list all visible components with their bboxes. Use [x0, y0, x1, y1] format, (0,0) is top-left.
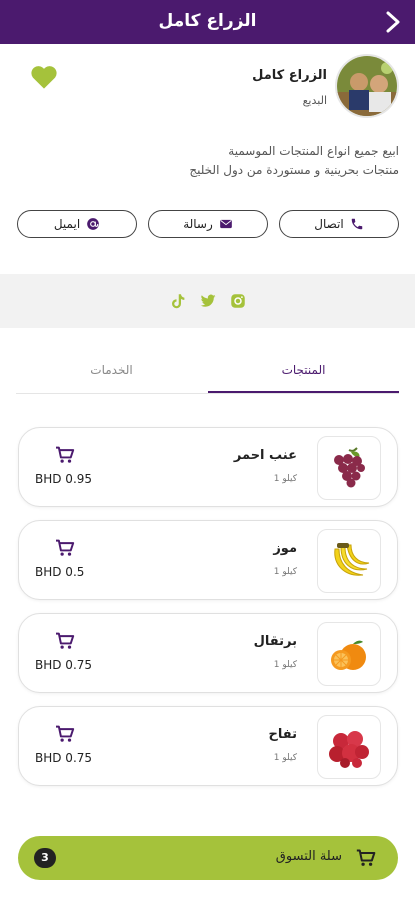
- description-line: منتجات بحرينية و مستوردة من دول الخليج: [189, 163, 399, 177]
- add-to-cart-icon[interactable]: [55, 446, 75, 464]
- message-label: رسالة: [183, 217, 213, 231]
- apple-icon: [329, 731, 369, 768]
- product-price: BHD 0.75: [35, 658, 93, 672]
- product-card[interactable]: برتقال 1 كيلو BHD 0.75: [18, 613, 398, 693]
- product-price: BHD 0.5: [35, 565, 85, 579]
- product-price: BHD 0.95: [35, 472, 93, 486]
- product-image: [317, 436, 381, 500]
- heart-icon[interactable]: [30, 64, 58, 90]
- call-button[interactable]: اتصال: [279, 210, 399, 238]
- cart-label: سلة التسوق: [275, 849, 342, 864]
- chevron-right-icon[interactable]: [379, 8, 407, 36]
- email-label: ايميل: [53, 217, 81, 231]
- call-label: اتصال: [314, 217, 344, 231]
- message-button[interactable]: رسالة: [148, 210, 268, 238]
- mail-icon: [219, 219, 232, 229]
- tab-services[interactable]: الخدمات: [16, 358, 207, 394]
- product-name: موز: [273, 541, 297, 556]
- twitter-icon[interactable]: [199, 292, 217, 310]
- product-image: [317, 529, 381, 593]
- product-name: عنب احمر: [233, 448, 297, 463]
- phone-icon: [351, 218, 362, 230]
- product-name: برتقال: [253, 634, 297, 649]
- app-header: الزراع كامل: [0, 0, 415, 44]
- product-price: BHD 0.75: [35, 751, 93, 765]
- profile-name: الزراع كامل: [252, 68, 327, 83]
- page-title: الزراع كامل: [158, 11, 257, 31]
- farmer-profile: الزراع كامل البديع ابيع جميع انواع المنت…: [0, 44, 415, 274]
- avatar: [335, 54, 399, 118]
- product-unit: 1 كيلو: [273, 660, 297, 670]
- contact-buttons: اتصال رسالة ايميل: [16, 210, 399, 238]
- description-line: ابيع جميع انواع المنتجات الموسمية: [228, 144, 399, 158]
- social-links: [0, 274, 415, 328]
- product-unit: 1 كيلو: [273, 474, 297, 484]
- product-image: [317, 622, 381, 686]
- product-card[interactable]: تفاح 1 كيلو BHD 0.75: [18, 706, 398, 786]
- product-unit: 1 كيلو: [273, 753, 297, 763]
- product-unit: 1 كيلو: [273, 567, 297, 577]
- instagram-icon[interactable]: [229, 292, 247, 310]
- orange-icon: [331, 640, 366, 670]
- tab-bar: المنتجات الخدمات: [16, 358, 399, 394]
- cart-icon: [356, 849, 376, 866]
- add-to-cart-icon[interactable]: [55, 725, 75, 743]
- add-to-cart-icon[interactable]: [55, 539, 75, 557]
- shopping-cart-button[interactable]: 3 سلة التسوق: [18, 836, 398, 880]
- email-button[interactable]: ايميل: [17, 210, 137, 238]
- product-name: تفاح: [268, 727, 298, 742]
- cart-count-badge: 3: [34, 848, 56, 868]
- product-card[interactable]: عنب احمر 1 كيلو BHD 0.95: [18, 427, 398, 507]
- at-icon: [87, 218, 99, 230]
- product-card[interactable]: موز 1 كيلو BHD 0.5: [18, 520, 398, 600]
- add-to-cart-icon[interactable]: [55, 632, 75, 650]
- tiktok-icon[interactable]: [169, 292, 187, 310]
- tab-products[interactable]: المنتجات: [208, 358, 399, 393]
- product-image: [317, 715, 381, 779]
- profile-description: ابيع جميع انواع المنتجات الموسمية منتجات…: [16, 142, 399, 180]
- grapes-icon: [334, 447, 365, 488]
- profile-location: البديع: [302, 94, 327, 107]
- banana-icon: [334, 543, 370, 576]
